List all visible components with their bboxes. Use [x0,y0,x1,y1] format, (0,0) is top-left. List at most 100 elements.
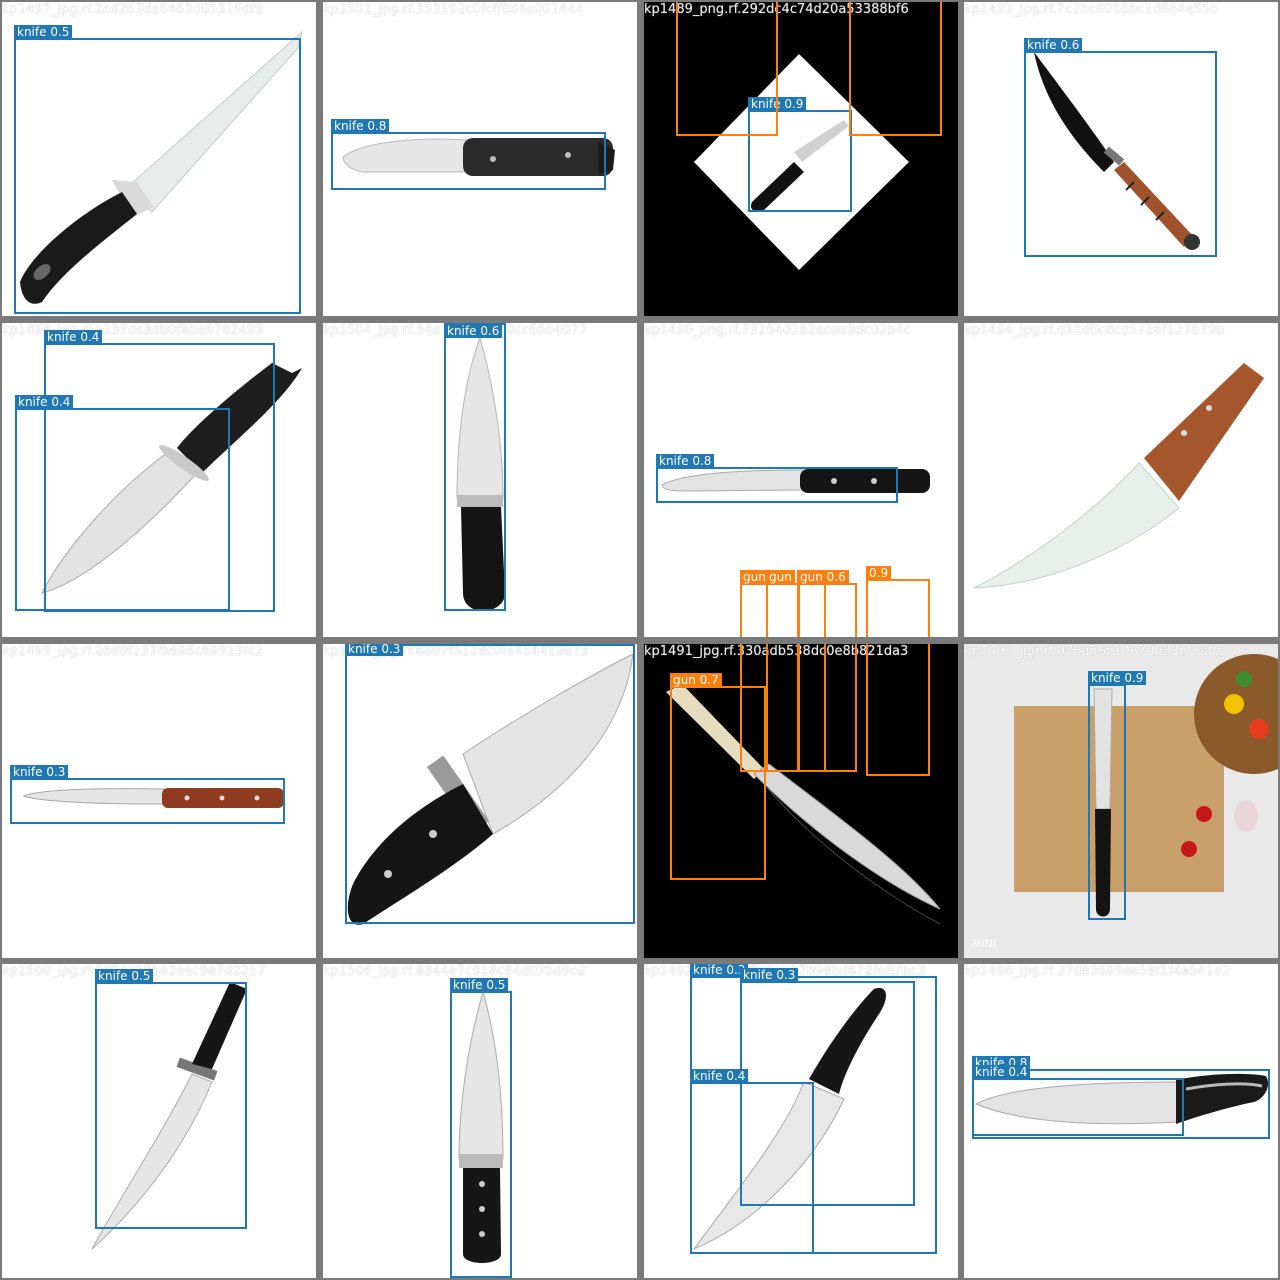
tile-14: kp1506_jpg.rf.8344e7c918c84d075d9c2 knif… [323,964,637,1278]
tile-11: kp1491_jpg.rf.330adb538dc0e8b821da3 gun … [644,644,958,958]
detection-label: gun 0.7 [670,673,722,687]
detection-label: gun 0.6 [797,570,849,584]
detection-box-knife: knife 0.4 [690,1069,814,1254]
class-name: gun [673,673,696,687]
tile-8: kp1494_jpg.rf.d12d0cdcd5726f127879b [964,323,1278,637]
detection-label: knife 0.6 [444,324,503,338]
detection-label: knife 0.4 [972,1065,1031,1079]
tile-13: kp1500_jpg.rf.589ea19be2eec9e7d2257 knif… [2,964,316,1278]
class-name: knife [447,324,477,338]
filename-label: kp1493_jpg.rf.7c2bc6066bc1d664e55b [964,2,1219,17]
tile-1: kp1497_jpg.rf.2cd263de6463d05310df9 knif… [2,2,316,316]
confidence: 0.5 [50,25,70,39]
detection-box-gun: gun 0.6 [797,570,857,637]
tile-6: kp1504_jpg.rf.34e76463b7b0cc6604077 knif… [323,323,637,637]
detection-label: knife 0.3 [10,765,69,779]
tile-7: kp1490_png.rf.732540282ecee9dc02b4c knif… [644,323,958,637]
tile-15: kp1492_jpg.rf.0f7a1ae17b98bd672fe87bc3 k… [644,964,958,1278]
class-name: knife [1027,38,1057,52]
detection-label: knife 0.9 [1088,671,1147,685]
confidence: 0.7 [699,673,719,687]
filename-label: kp1497_jpg.rf.2cd263de6463d05310df9 [2,2,264,17]
tile-2: kp1501_jpg.rf.353192c0fcff8d4e001444 kni… [323,2,637,316]
class-name: knife [13,765,43,779]
confidence: 0.4 [1008,1065,1028,1079]
detection-box-gun [797,644,857,772]
confidence: 0.5 [131,969,151,983]
tile-10: kp1503_jpg.rf.6b07f5118c0fe454419e73 kni… [323,644,637,958]
class-name: knife [743,968,773,982]
watermark: MINI [972,937,997,950]
class-name: knife [975,1065,1005,1079]
class-name: knife [334,119,364,133]
detection-mosaic: kp1497_jpg.rf.2cd263de6463d05310df9 knif… [0,0,1280,1280]
detection-box-knife: knife 0.5 [450,978,512,1278]
class-name: gun [800,570,823,584]
confidence: 0.3 [46,765,66,779]
detection-label: knife 0.3 [740,968,799,982]
detection-label: 0.9 [866,566,892,580]
detection-label: gun [766,570,795,584]
confidence: 0.9 [784,97,804,111]
filename-label: kp1496_jpg.rf.37d83699ee58f1f4a541e2 [964,964,1231,979]
filename-label: kp1499_jpg.rf.26d0f237fb696c69913fc2 [2,644,264,659]
confidence: 0.3 [776,968,796,982]
confidence: 0.8 [692,454,712,468]
detection-label: knife 0.5 [95,969,154,983]
detection-label: knife 0.4 [15,395,74,409]
detection-box-knife: knife 0.9 [1088,671,1147,920]
detection-box-gun [676,2,778,136]
detection-box-knife: knife 0.5 [14,25,301,314]
filename-label: kp1500_jpg.rf.589ea19be2eec9e7d2257 [2,964,316,980]
detection-label: gun [740,570,769,584]
class-name: gun [743,570,766,584]
confidence: 0.4 [51,395,71,409]
class-name: knife [18,395,48,409]
detection-box-knife: knife 0.4 [15,395,230,611]
filename-label: kp1501_jpg.rf.353192c0fcff8d4e001444 [323,2,584,17]
detection-label: knife 0.6 [1024,38,1083,52]
class-name: knife [1091,671,1121,685]
class-name: knife [17,25,47,39]
confidence: 0.8 [367,119,387,133]
confidence: 0.9 [869,566,889,580]
detection-box-gun [849,2,942,136]
detection-label: knife 0.5 [450,978,509,992]
filename-label: kp1494_jpg.rf.d12d0cdcd5726f127879b [964,323,1225,338]
detection-box-knife: knife 0.3 [10,765,285,824]
class-name: knife [693,1069,723,1083]
confidence: 0.6 [480,324,500,338]
class-name: gun [769,570,792,584]
tile-3: kp1489_png.rf.292dc4c74d20a53388bf6 knif… [644,2,958,316]
detection-box-gun [866,644,930,776]
class-name: knife [348,644,378,656]
class-name: knife [659,454,689,468]
detection-label: knife 0.3 [345,644,404,656]
detection-box-knife: knife 0.5 [95,969,247,1229]
detection-box-gun: 0.9 [866,566,930,637]
detection-box-knife: knife 0.4 [972,1065,1184,1136]
detection-label: knife 0.5 [14,25,73,39]
detection-label: knife 0.4 [690,1069,749,1083]
confidence: 0.5 [486,978,506,992]
filename-label: kp1490_png.rf.732540282ecee9dc02b4c [644,323,911,338]
confidence: 0.3 [381,644,401,656]
tile-4: kp1493_jpg.rf.7c2bc6066bc1d664e55b knife… [964,2,1278,316]
tile-9: kp1499_jpg.rf.26d0f237fb696c69913fc2 kni… [2,644,316,958]
confidence: 0.9 [1124,671,1144,685]
tile-5: kp1498_jpg.rf.1237dc3db0f8be6702499 knif… [2,323,316,637]
confidence: 0.6 [826,570,846,584]
detection-label: knife 0.8 [656,454,715,468]
detection-box-knife: knife 0.8 [656,454,898,503]
detection-box-knife: knife 0.6 [1024,38,1217,257]
filename-label: kp1495_jpg.rf.076a56c10670e83ef7affc [964,644,1224,659]
tile-12: kp1495_jpg.rf.076a56c10670e83ef7affc MIN… [964,644,1278,958]
detection-box-knife: knife 0.3 [345,644,635,924]
detection-box-knife: knife 0.6 [444,323,506,611]
confidence: 0.6 [1060,38,1080,52]
class-name: knife [47,330,77,344]
confidence: 0.4 [80,330,100,344]
knife-image [973,363,1264,589]
detection-label: knife 0.8 [331,119,390,133]
class-name: knife [98,969,128,983]
